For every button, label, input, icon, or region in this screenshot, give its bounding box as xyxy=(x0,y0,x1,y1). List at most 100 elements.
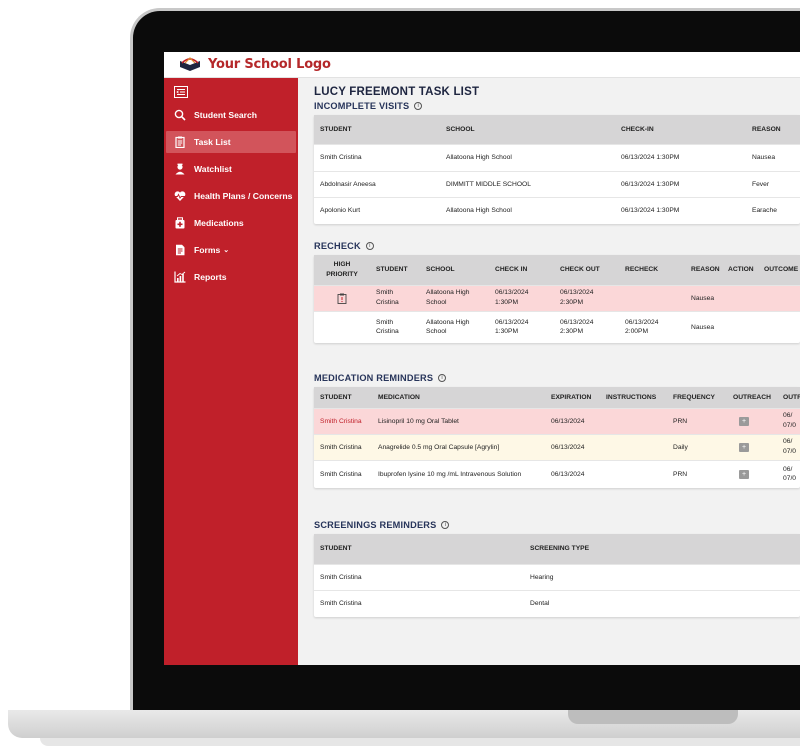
medication-cell: Lisinopril 10 mg Oral Tablet xyxy=(372,407,545,434)
medication-cell: Ibuprofen lysine 10 mg /mL Intravenous S… xyxy=(372,459,545,488)
instructions-cell xyxy=(600,459,667,488)
clipboard-icon xyxy=(174,136,186,148)
high-priority-cell xyxy=(314,284,370,311)
medicine-kit-icon xyxy=(174,217,186,229)
checkin-cell: 06/13/2024 1:30PM xyxy=(489,310,554,343)
outreach-cell: + xyxy=(727,407,777,434)
table-row[interactable]: Smith Cristina Dental xyxy=(314,589,800,617)
student-cell[interactable]: Abdolnasir Aneesa xyxy=(314,170,440,197)
column-header[interactable]: STUDENT xyxy=(314,534,524,564)
info-icon[interactable]: i xyxy=(438,374,447,382)
sidebar-item-label: Health Plans / Concerns xyxy=(194,191,293,201)
table-row[interactable]: Smith Cristina Lisinopril 10 mg Oral Tab… xyxy=(314,407,800,434)
chart-icon xyxy=(174,271,186,283)
student-cell[interactable]: Smith Cristina xyxy=(314,563,524,590)
student-cell[interactable]: Smith Cristina xyxy=(370,284,420,311)
top-bar: Your School Logo xyxy=(164,52,800,78)
outcome-cell xyxy=(758,284,800,311)
column-header[interactable]: OUTCOME xyxy=(758,255,800,285)
expiration-cell: 06/13/2024 xyxy=(545,433,600,460)
info-icon[interactable]: i xyxy=(441,521,450,529)
add-outreach-button[interactable]: + xyxy=(739,442,749,452)
sidebar-item-forms[interactable]: Forms ⌄ xyxy=(166,239,296,261)
school-cell: Allatoona High School xyxy=(440,143,615,171)
school-cell: Allatoona High School xyxy=(440,196,615,224)
column-header[interactable]: ACTION xyxy=(722,255,758,285)
high-priority-clipboard-icon[interactable] xyxy=(337,293,347,304)
student-cell[interactable]: Apolonio Kurt xyxy=(314,196,440,224)
add-outreach-button[interactable]: + xyxy=(739,469,749,479)
table-row[interactable]: Smith Cristina Allatoona High School 06/… xyxy=(314,310,800,343)
recheck-table: HIGH PRIORITY STUDENT SCHOOL CHECK IN CH… xyxy=(314,255,800,343)
heart-pulse-icon xyxy=(174,190,186,202)
action-cell[interactable] xyxy=(722,284,758,311)
column-header[interactable]: SCREENING TYPE xyxy=(524,534,800,564)
sidebar: Student Search Task List Watchlist Healt… xyxy=(164,78,298,665)
column-header[interactable]: REASON xyxy=(685,255,722,285)
table-row[interactable]: Smith Cristina Hearing xyxy=(314,563,800,590)
column-header[interactable]: MEDICATION xyxy=(372,387,545,408)
school-logo-icon xyxy=(180,56,200,71)
table-row[interactable]: Smith Cristina Allatoona High School 06/… xyxy=(314,284,800,311)
column-header[interactable]: STUDENT xyxy=(314,387,372,408)
student-cell[interactable]: Smith Cristina xyxy=(314,433,372,460)
sidebar-item-label: Task List xyxy=(194,137,231,147)
checkout-cell: 06/13/2024 2:30PM xyxy=(554,284,619,311)
column-header[interactable]: RECHECK xyxy=(619,255,685,285)
table-row[interactable]: Apolonio Kurt Allatoona High School 06/1… xyxy=(314,196,800,224)
table-row[interactable]: Smith Cristina Anagrelide 0.5 mg Oral Ca… xyxy=(314,433,800,460)
column-header[interactable]: FREQUENCY xyxy=(667,387,727,408)
school-logo-text[interactable]: Your School Logo xyxy=(208,57,331,72)
table-row[interactable]: Smith Cristina Allatoona High School 06/… xyxy=(314,143,800,171)
add-outreach-button[interactable]: + xyxy=(739,416,749,426)
column-header[interactable]: SCHOOL xyxy=(420,255,489,285)
instructions-cell xyxy=(600,407,667,434)
sidebar-item-student-search[interactable]: Student Search xyxy=(166,104,296,126)
collapse-sidebar-icon[interactable] xyxy=(174,86,188,98)
sidebar-item-task-list[interactable]: Task List xyxy=(166,131,296,153)
app-screen: Your School Logo Student Search Task Lis… xyxy=(164,52,800,665)
student-cell[interactable]: Smith Cristina xyxy=(314,143,440,171)
column-header[interactable]: STUDENT xyxy=(370,255,420,285)
column-header[interactable]: CHECK IN xyxy=(489,255,554,285)
outreach-date-cell: 06/07/0 xyxy=(777,433,800,460)
incomplete-visits-title: INCOMPLETE VISITS i xyxy=(314,101,800,111)
student-cell[interactable]: Smith Cristina xyxy=(314,459,372,488)
info-icon[interactable]: i xyxy=(414,102,423,110)
column-header[interactable]: HIGH PRIORITY xyxy=(314,255,370,285)
medication-reminders-table: STUDENT MEDICATION EXPIRATION INSTRUCTIO… xyxy=(314,387,800,488)
reason-cell: Nausea xyxy=(685,310,722,343)
sidebar-item-health-plans[interactable]: Health Plans / Concerns xyxy=(166,185,296,207)
student-cell[interactable]: Smith Cristina xyxy=(314,589,524,617)
expiration-cell: 06/13/2024 xyxy=(545,459,600,488)
outreach-date-cell: 06/07/0 xyxy=(777,407,800,434)
column-header[interactable]: INSTRUCTIONS xyxy=(600,387,667,408)
table-row[interactable]: Abdolnasir Aneesa DIMMITT MIDDLE SCHOOL … xyxy=(314,170,800,197)
sidebar-item-watchlist[interactable]: Watchlist xyxy=(166,158,296,180)
table-header-row: HIGH PRIORITY STUDENT SCHOOL CHECK IN CH… xyxy=(314,255,800,285)
column-header[interactable]: REASON xyxy=(746,115,800,144)
column-header[interactable]: OUTREACH xyxy=(727,387,777,408)
sidebar-item-medications[interactable]: Medications xyxy=(166,212,296,234)
laptop-shadow xyxy=(40,738,800,746)
column-header[interactable]: EXPIRATION xyxy=(545,387,600,408)
student-cell[interactable]: Smith Cristina xyxy=(314,407,372,434)
outreach-date: 07/0 xyxy=(783,448,797,455)
table-row[interactable]: Smith Cristina Ibuprofen lysine 10 mg /m… xyxy=(314,459,800,488)
table-header-row: STUDENT SCREENING TYPE xyxy=(314,534,800,564)
laptop-notch xyxy=(568,710,738,724)
action-cell[interactable] xyxy=(722,310,758,343)
column-header[interactable]: STUDENT xyxy=(314,115,440,144)
student-cell[interactable]: Smith Cristina xyxy=(370,310,420,343)
table-header-row: STUDENT SCHOOL CHECK-IN REASON xyxy=(314,115,800,144)
column-header[interactable]: SCHOOL xyxy=(440,115,615,144)
incomplete-visits-table: STUDENT SCHOOL CHECK-IN REASON Smith Cri… xyxy=(314,115,800,224)
column-header[interactable]: OUTR xyxy=(777,387,800,408)
info-icon[interactable]: i xyxy=(365,242,374,250)
recheck-cell xyxy=(619,284,685,311)
checkin-cell: 06/13/2024 1:30PM xyxy=(489,284,554,311)
column-header[interactable]: CHECK-IN xyxy=(615,115,746,144)
column-header[interactable]: CHECK OUT xyxy=(554,255,619,285)
sidebar-item-reports[interactable]: Reports xyxy=(166,266,296,288)
recheck-title: RECHECK i xyxy=(314,241,800,251)
